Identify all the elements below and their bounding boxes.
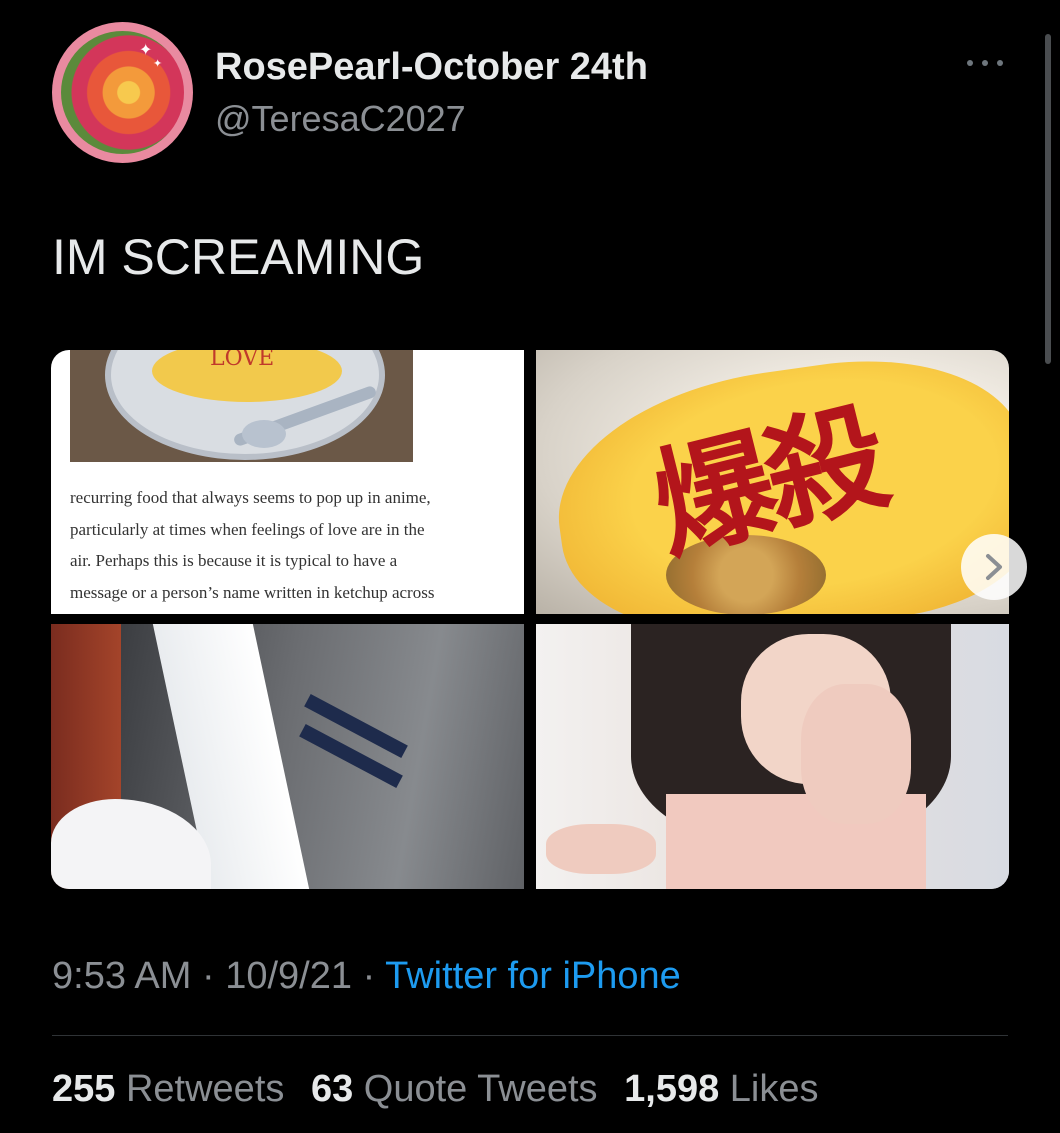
- retweets-stat[interactable]: 255 Retweets: [52, 1068, 284, 1110]
- tweet-date: 10/9/21: [225, 955, 352, 997]
- article-line: recurring food that always seems to pop …: [70, 488, 431, 507]
- media-image-uniform[interactable]: [51, 624, 524, 889]
- chevron-right-icon: [986, 554, 1002, 580]
- article-text: recurring food that always seems to pop …: [70, 482, 510, 608]
- tweet-stats: 255 Retweets 63 Quote Tweets 1,598 Likes: [52, 1068, 835, 1111]
- avatar[interactable]: ✦ ✦: [52, 22, 193, 163]
- tweet-text: IM SCREAMING: [52, 229, 425, 285]
- meta-separator: ·: [201, 955, 215, 997]
- media-image-article[interactable]: LOVE recurring food that always seems to…: [51, 350, 524, 614]
- retweets-count: 255: [52, 1068, 116, 1110]
- likes-label: Likes: [729, 1068, 819, 1110]
- retweets-label: Retweets: [125, 1068, 285, 1110]
- tweet-time: 9:53 AM: [52, 955, 192, 997]
- sparkle-icon: ✦: [153, 58, 163, 70]
- next-image-button[interactable]: [961, 534, 1027, 600]
- article-line: particularly at times when feelings of l…: [70, 519, 425, 539]
- likes-count: 1,598: [624, 1068, 720, 1110]
- meta-separator: ·: [362, 955, 376, 997]
- scrollbar[interactable]: [1045, 34, 1051, 364]
- rose-avatar-image: ✦ ✦: [61, 31, 184, 154]
- article-line: message or a person’s name written in ke…: [70, 582, 435, 602]
- quote-tweets-label: Quote Tweets: [363, 1068, 598, 1110]
- user-handle[interactable]: @TeresaC2027: [215, 98, 466, 140]
- divider: [52, 1035, 1008, 1036]
- display-name[interactable]: RosePearl-October 24th: [215, 46, 648, 89]
- quote-tweets-stat[interactable]: 63 Quote Tweets: [311, 1068, 598, 1110]
- media-image-omelet[interactable]: 爆殺: [536, 350, 1009, 614]
- article-line: air. Perhaps this is because it is typic…: [70, 551, 398, 570]
- anime-love-label: LOVE: [210, 350, 275, 371]
- sparkle-icon: ✦: [139, 42, 153, 59]
- likes-stat[interactable]: 1,598 Likes: [624, 1068, 818, 1110]
- quote-tweets-count: 63: [310, 1068, 354, 1110]
- tweet-meta: 9:53 AM · 10/9/21 · Twitter for iPhone: [52, 955, 681, 998]
- tweet-source-link[interactable]: Twitter for iPhone: [385, 955, 681, 997]
- media-image-girl[interactable]: [536, 624, 1009, 889]
- more-options-icon[interactable]: [965, 52, 1005, 72]
- anime-omelet-image: LOVE: [70, 350, 413, 462]
